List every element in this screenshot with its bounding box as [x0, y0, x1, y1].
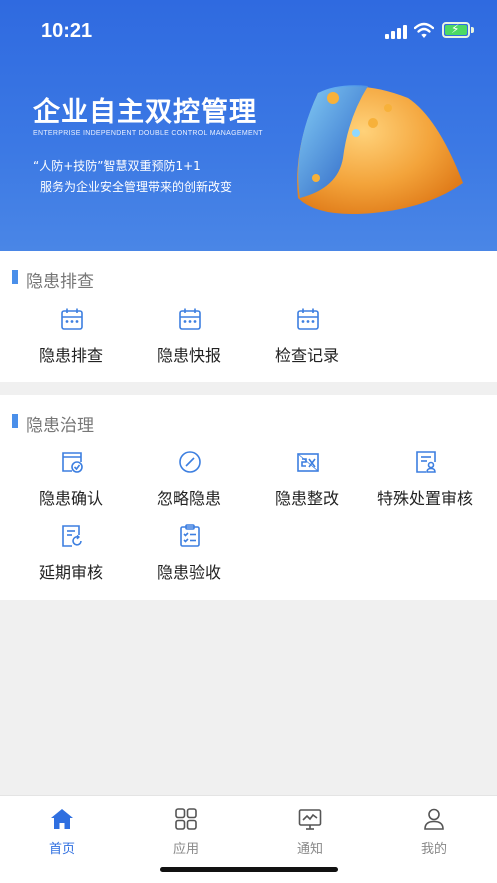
banner: 10:21 ⚡ 企业自主双控管理 ENTERPRISE INDEPENDENT …	[0, 0, 497, 251]
home-indicator[interactable]	[160, 867, 338, 872]
menu-item-label: 隐患确认	[38, 489, 103, 508]
tab-label: 首页	[48, 842, 75, 857]
tab-label: 我的	[420, 842, 447, 857]
battery-icon: ⚡	[442, 22, 470, 38]
ignore-icon	[179, 451, 201, 473]
wifi-icon	[414, 22, 434, 38]
status-bar: 10:21 ⚡	[0, 0, 497, 62]
banner-subtitle-en: ENTERPRISE INDEPENDENT DOUBLE CONTROL MA…	[33, 130, 263, 137]
menu-item-inspection-records[interactable]: 检查记录	[248, 307, 366, 371]
menu-item-label: 特殊处置审核	[376, 489, 473, 508]
calendar-icon	[297, 308, 319, 330]
home-icon	[51, 809, 73, 829]
menu-item-label: 检查记录	[274, 346, 339, 365]
menu-item-label: 隐患快报	[156, 346, 221, 365]
monitor-icon	[298, 809, 322, 830]
menu-item-hazard-inspection[interactable]: 隐患排查	[12, 307, 130, 371]
banner-slogan-line1: “人防+技防”智慧双重预防1+1	[33, 159, 201, 173]
confirm-icon	[62, 452, 83, 473]
tab-home[interactable]: 首页	[0, 796, 124, 857]
tab-label: 应用	[172, 842, 199, 857]
user-icon	[424, 808, 444, 830]
section-title: 隐患排查	[26, 272, 94, 292]
menu-item-hazard-quick-report[interactable]: 隐患快报	[130, 307, 248, 371]
banner-slogan-line2: 服务为企业安全管理带来的创新改变	[40, 180, 233, 194]
section-title: 隐患治理	[26, 416, 94, 436]
menu-item-ignore-hazard[interactable]: 忽略隐患	[130, 450, 248, 514]
acceptance-icon	[180, 524, 200, 547]
rectify-icon	[297, 453, 319, 472]
status-time: 10:21	[41, 20, 93, 42]
menu-item-label: 隐患排查	[38, 346, 103, 365]
banner-title: 企业自主双控管理	[33, 97, 257, 128]
tab-notifications[interactable]: 通知	[248, 796, 372, 857]
tab-profile[interactable]: 我的	[372, 796, 496, 857]
menu-item-label: 隐患验收	[156, 563, 221, 582]
menu-item-label: 隐患整改	[274, 489, 339, 508]
apps-grid-icon	[175, 808, 197, 830]
menu-item-hazard-confirm[interactable]: 隐患确认	[12, 450, 130, 514]
menu-item-special-disposal-review[interactable]: 特殊处置审核	[366, 450, 484, 514]
menu-item-label: 延期审核	[38, 563, 103, 582]
shield-illustration-icon	[297, 85, 463, 214]
extension-review-icon	[62, 525, 82, 547]
tab-apps[interactable]: 应用	[124, 796, 248, 857]
menu-item-hazard-rectify[interactable]: 隐患整改	[248, 450, 366, 514]
section-inspection: 隐患排查 隐患排查 隐患快报 检查记录	[0, 251, 497, 382]
menu-item-label: 忽略隐患	[156, 489, 221, 508]
section-governance: 隐患治理 隐患确认 忽略隐患 隐患整改 特殊处置审核 延期审核 隐患验收	[0, 395, 497, 600]
calendar-icon	[179, 308, 201, 330]
special-review-icon	[416, 451, 436, 473]
cellular-signal-icon	[385, 25, 409, 39]
calendar-icon	[61, 308, 83, 330]
tab-label: 通知	[296, 842, 323, 857]
menu-item-hazard-acceptance[interactable]: 隐患验收	[130, 524, 248, 588]
menu-item-extension-review[interactable]: 延期审核	[12, 524, 130, 588]
